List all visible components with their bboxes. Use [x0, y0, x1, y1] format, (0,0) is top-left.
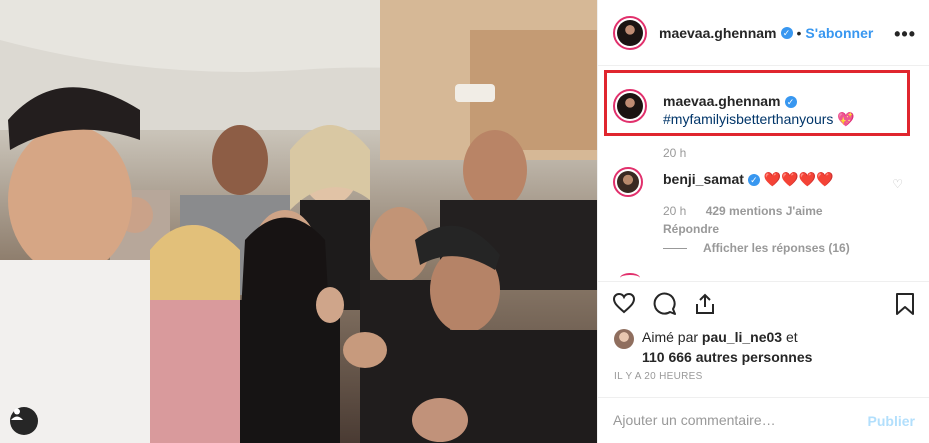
user-tag-icon	[11, 408, 23, 420]
comment-likes-count[interactable]: 429 mentions J'aime	[706, 204, 823, 218]
view-replies-label: Afficher les réponses (16)	[703, 241, 850, 255]
likes-text: Aimé par pau_li_ne03 et 110 666 autres p…	[642, 327, 812, 367]
separator-dot: •	[796, 24, 802, 41]
add-comment-bar: Publier	[598, 397, 929, 443]
comments-list[interactable]: maevaa.ghennam ✓ #myfamilyisbetterthanyou…	[598, 67, 929, 281]
post-side-panel: maevaa.ghennam ✓ • S'abonner ••• maevaa.…	[597, 0, 929, 443]
comment-like-heart-icon[interactable]: ♡	[892, 177, 903, 191]
bookmark-icon[interactable]	[895, 292, 915, 316]
follow-button[interactable]: S'abonner	[805, 25, 873, 41]
caption: maevaa.ghennam ✓ #myfamilyisbetterthanyou…	[663, 92, 855, 128]
commenter-avatar[interactable]	[613, 167, 643, 197]
post-photo[interactable]	[0, 0, 597, 443]
post-header: maevaa.ghennam ✓ • S'abonner •••	[598, 0, 929, 66]
author-avatar[interactable]	[613, 15, 647, 50]
caption-hashtag[interactable]: #myfamilyisbetterthanyours	[663, 111, 833, 127]
group-selfie-image	[0, 0, 597, 443]
comment-author[interactable]: benji_samat	[663, 171, 744, 187]
caption-time: 20 h	[663, 146, 687, 160]
caption-author[interactable]: maevaa.ghennam	[663, 93, 781, 109]
user-tag-button[interactable]	[10, 407, 38, 435]
caption-author-avatar[interactable]	[613, 89, 647, 123]
replies-divider-line	[663, 247, 687, 249]
reply-button[interactable]: Répondre	[663, 222, 719, 236]
post-date[interactable]: IL Y A 20 HEURES	[614, 371, 703, 382]
view-replies-button[interactable]: Afficher les réponses (16)	[663, 241, 850, 255]
verified-icon: ✓	[780, 26, 793, 39]
author-username[interactable]: maevaa.ghennam	[659, 25, 777, 41]
heart-icon[interactable]	[612, 292, 636, 314]
liker-avatar[interactable]	[614, 329, 634, 349]
next-comment-avatar-peek	[620, 273, 640, 281]
comment-input[interactable]	[613, 412, 853, 428]
verified-icon: ✓	[747, 174, 760, 187]
comment-time: 20 h	[663, 204, 687, 218]
likes-and: et	[785, 329, 798, 345]
comment-meta: 20 h 429 mentions J'aime	[663, 204, 823, 218]
likes-others-count[interactable]: 110 666 autres personnes	[642, 349, 812, 365]
liker-username[interactable]: pau_li_ne03	[702, 329, 782, 345]
caption-emoji: 💖	[837, 111, 855, 127]
comment-icon[interactable]	[653, 292, 677, 316]
ellipsis-icon[interactable]: •••	[894, 24, 916, 45]
likes-prefix: Aimé par	[642, 329, 699, 345]
comment: benji_samat ✓ ❤️❤️❤️❤️	[663, 171, 834, 188]
share-icon[interactable]	[694, 292, 716, 316]
action-bar	[598, 281, 929, 323]
publish-button[interactable]: Publier	[868, 413, 915, 429]
likes-summary: Aimé par pau_li_ne03 et 110 666 autres p…	[614, 327, 812, 367]
instagram-post: maevaa.ghennam ✓ • S'abonner ••• maevaa.…	[0, 0, 929, 443]
comment-text: ❤️❤️❤️❤️	[763, 171, 834, 187]
verified-icon: ✓	[784, 96, 797, 109]
